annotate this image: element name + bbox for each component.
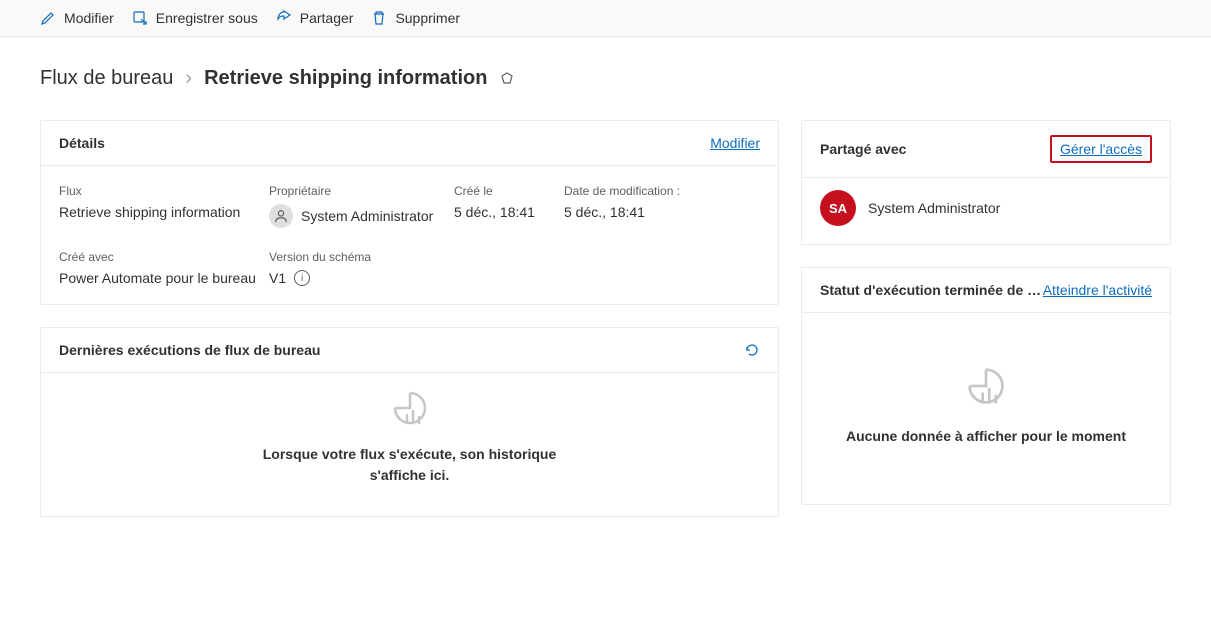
refresh-icon [744, 342, 760, 358]
created-with-label: Créé avec [59, 250, 269, 264]
share-button[interactable]: Partager [276, 10, 354, 26]
status-empty-text: Aucune donnée à afficher pour le moment [822, 428, 1150, 444]
save-as-button[interactable]: Enregistrer sous [132, 10, 258, 26]
person-icon [269, 204, 293, 228]
share-icon [276, 10, 292, 26]
edit-label: Modifier [64, 10, 114, 26]
shared-title: Partagé avec [820, 141, 906, 157]
breadcrumb: Flux de bureau › Retrieve shipping infor… [40, 67, 1171, 90]
breadcrumb-root[interactable]: Flux de bureau [40, 67, 173, 90]
created-with-value: Power Automate pour le bureau [59, 270, 269, 286]
save-as-label: Enregistrer sous [156, 10, 258, 26]
premium-icon [499, 71, 515, 87]
shared-with-card: Partagé avec Gérer l'accès SA System Adm… [801, 120, 1171, 245]
details-title: Détails [59, 135, 105, 151]
shared-user-name: System Administrator [868, 200, 1000, 216]
breadcrumb-current: Retrieve shipping information [204, 67, 487, 90]
trash-icon [371, 10, 387, 26]
details-card: Détails Modifier Flux Retrieve shipping … [40, 120, 779, 305]
share-label: Partager [300, 10, 354, 26]
avatar: SA [820, 190, 856, 226]
refresh-button[interactable] [744, 342, 760, 358]
command-bar: Modifier Enregistrer sous Partager Suppr… [0, 0, 1211, 37]
save-as-icon [132, 10, 148, 26]
delete-label: Supprimer [395, 10, 460, 26]
schema-label: Version du schéma [269, 250, 454, 264]
chevron-right-icon: › [185, 67, 192, 90]
details-edit-link[interactable]: Modifier [710, 135, 760, 151]
created-value: 5 déc., 18:41 [454, 204, 564, 220]
flow-label: Flux [59, 184, 269, 198]
created-label: Créé le [454, 184, 564, 198]
owner-label: Propriétaire [269, 184, 454, 198]
manage-access-link[interactable]: Gérer l'accès [1060, 141, 1142, 157]
delete-button[interactable]: Supprimer [371, 10, 460, 26]
owner-value: System Administrator [301, 208, 433, 224]
runs-empty-text: Lorsque votre flux s'exécute, son histor… [71, 444, 748, 486]
info-icon[interactable]: i [294, 270, 310, 286]
chart-placeholder-icon [71, 387, 748, 432]
runs-title: Dernières exécutions de flux de bureau [59, 342, 320, 358]
chart-placeholder-icon [822, 363, 1150, 412]
manage-access-highlight: Gérer l'accès [1050, 135, 1152, 163]
edit-button[interactable]: Modifier [40, 10, 114, 26]
flow-value: Retrieve shipping information [59, 204, 269, 220]
modified-value: 5 déc., 18:41 [564, 204, 760, 220]
status-title: Statut d'exécution terminée de … [820, 282, 1041, 298]
shared-user-row: SA System Administrator [802, 178, 1170, 244]
pencil-icon [40, 10, 56, 26]
runs-card: Dernières exécutions de flux de bureau [40, 327, 779, 517]
status-card: Statut d'exécution terminée de … Atteind… [801, 267, 1171, 505]
modified-label: Date de modification : [564, 184, 760, 198]
activity-link[interactable]: Atteindre l'activité [1043, 282, 1152, 298]
schema-value: V1 [269, 270, 286, 286]
